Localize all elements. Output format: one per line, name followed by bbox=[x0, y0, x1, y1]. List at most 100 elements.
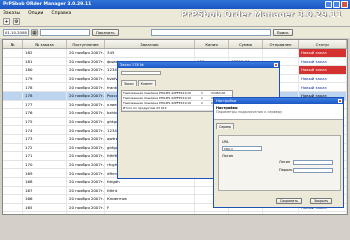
order-dialog-close-icon[interactable] bbox=[274, 63, 278, 67]
cell-order-num: 182 bbox=[23, 49, 67, 57]
cell-customer: fdhht bbox=[105, 186, 195, 195]
filter-bar: 01.10.2008 ▦ Показать Поиск bbox=[0, 27, 350, 38]
settings-subheader: Параметры подключения к серверу bbox=[216, 110, 283, 114]
app-titlebar: PrPSbob ORder Manager 3.0.29.11 bbox=[0, 0, 350, 9]
cell-received: 20 ноября 2007г. bbox=[69, 83, 105, 91]
settings-close-icon[interactable] bbox=[338, 99, 342, 103]
cell-received: 20 ноября 2007г. bbox=[69, 152, 105, 160]
cell-order-num: 171 bbox=[23, 152, 67, 160]
url-label: URL bbox=[222, 140, 229, 144]
cell-received: 20 ноября 2007г. bbox=[69, 134, 105, 143]
cell-order-num: 180 bbox=[23, 66, 67, 74]
cell-order-num: 168 bbox=[23, 177, 67, 186]
col-copy[interactable]: Копия bbox=[195, 40, 229, 48]
cell-order-num: 173 bbox=[23, 134, 67, 143]
row-check bbox=[3, 91, 23, 100]
show-button[interactable]: Показать bbox=[92, 29, 119, 36]
row-check bbox=[3, 57, 23, 66]
row-check bbox=[3, 160, 23, 169]
login-input[interactable] bbox=[293, 160, 333, 165]
close-dialog-button[interactable]: Закрыть bbox=[310, 198, 333, 204]
cell-order-num: 176 bbox=[23, 109, 67, 117]
cell-received: 20 ноября 2007г. bbox=[69, 169, 105, 177]
cell-received: 20 ноября 2007г. bbox=[69, 91, 105, 100]
tab-order[interactable]: Заказ bbox=[121, 80, 137, 86]
cell-received: 20 ноября 2007г. bbox=[69, 109, 105, 117]
row-check bbox=[3, 177, 23, 186]
close-button[interactable] bbox=[341, 1, 348, 8]
cell-received: 20 ноября 2007г. bbox=[69, 100, 105, 109]
cell-order-num: 179 bbox=[23, 74, 67, 83]
cell-order-num: 164 bbox=[23, 212, 67, 214]
col-status[interactable]: Статус bbox=[299, 40, 347, 48]
url-input[interactable]: http:// bbox=[222, 146, 262, 151]
settings-icon[interactable]: ⚙ bbox=[13, 18, 20, 25]
cell-received: 20 ноября 2007г. bbox=[69, 66, 105, 74]
row-check bbox=[3, 134, 23, 143]
filter-input[interactable] bbox=[40, 29, 90, 36]
cell-status: Новый заказ bbox=[299, 74, 347, 83]
row-check bbox=[3, 143, 23, 152]
window-title: PrPSbob ORder Manager 3.0.29.11 bbox=[3, 2, 92, 7]
col-order-num[interactable]: № заказа bbox=[23, 40, 67, 48]
cell-status: Новый заказ bbox=[299, 212, 347, 214]
cell-order-num: 172 bbox=[23, 143, 67, 152]
cell-received: 20 ноября 2007г. bbox=[69, 177, 105, 186]
cell-customer: Клиентов bbox=[105, 195, 195, 203]
col-sent[interactable]: Отправлен bbox=[263, 40, 299, 48]
menu-orders[interactable]: Заказы bbox=[3, 11, 20, 16]
table-header: № № заказа Поступление Заказчик Копия Су… bbox=[3, 40, 347, 49]
row-check bbox=[3, 49, 23, 57]
col-sum[interactable]: Сумма bbox=[229, 40, 263, 48]
order-tabs: Заказ Клиент bbox=[119, 80, 156, 86]
col-customer[interactable]: Заказчик bbox=[105, 40, 195, 48]
cell-received: 20 ноября 2007г. bbox=[69, 143, 105, 152]
new-order-icon[interactable]: + bbox=[3, 18, 10, 25]
row-check bbox=[3, 152, 23, 160]
save-button[interactable]: Сохранить bbox=[276, 198, 302, 204]
password-input[interactable] bbox=[293, 168, 333, 173]
window-controls bbox=[325, 1, 348, 8]
minimize-button[interactable] bbox=[325, 1, 332, 8]
cell-received: 20 ноября 2007г. bbox=[69, 195, 105, 203]
login-group-label: Логин bbox=[222, 154, 234, 158]
cell-order-num: 174 bbox=[23, 126, 67, 134]
cell-sum bbox=[229, 49, 263, 57]
row-check bbox=[3, 203, 23, 212]
cell-copy bbox=[195, 49, 229, 57]
row-check bbox=[3, 169, 23, 177]
tab-server[interactable]: Сервер bbox=[216, 123, 235, 129]
date-input[interactable]: 01.10.2008 bbox=[3, 29, 29, 36]
settings-dialog: Настройки Настройки Параметры подключени… bbox=[213, 97, 344, 208]
cell-received: 20 ноября 2007г. bbox=[69, 117, 105, 126]
col-received[interactable]: Поступление bbox=[67, 40, 105, 48]
col-num[interactable]: № bbox=[3, 40, 23, 48]
cell-sent bbox=[263, 49, 299, 57]
search-input[interactable] bbox=[150, 29, 271, 36]
table-row[interactable]: 182 20 ноября 2007г. 345 Новый заказ bbox=[3, 49, 347, 58]
row-check bbox=[3, 117, 23, 126]
cell-customer: F bbox=[105, 203, 195, 212]
row-check bbox=[3, 212, 23, 214]
row-check bbox=[3, 100, 23, 109]
row-check bbox=[3, 126, 23, 134]
cell-received: 20 ноября 2007г. bbox=[69, 74, 105, 83]
cell-received: 20 ноября 2007г. bbox=[67, 212, 105, 214]
row-check bbox=[3, 83, 23, 91]
tab-client[interactable]: Клиент bbox=[137, 80, 156, 86]
password-label: Пароль bbox=[279, 168, 293, 172]
cell-order-num: 177 bbox=[23, 100, 67, 109]
row-check bbox=[3, 66, 23, 74]
settings-tabs: Сервер bbox=[214, 123, 343, 129]
menu-help[interactable]: Справка bbox=[51, 11, 71, 16]
row-check bbox=[3, 109, 23, 117]
maximize-button[interactable] bbox=[333, 1, 340, 8]
table-row[interactable]: 16420 ноября 2007г.ff Новый заказ bbox=[3, 212, 347, 214]
cell-received: 20 ноября 2007г. bbox=[69, 57, 105, 66]
cell-order-num: 167 bbox=[23, 186, 67, 195]
search-button[interactable]: Поиск bbox=[272, 29, 293, 36]
cell-status: Новый заказ bbox=[299, 49, 347, 57]
menu-options[interactable]: Опции bbox=[28, 11, 43, 16]
calendar-icon[interactable]: ▦ bbox=[31, 29, 38, 36]
order-field[interactable] bbox=[121, 71, 161, 75]
